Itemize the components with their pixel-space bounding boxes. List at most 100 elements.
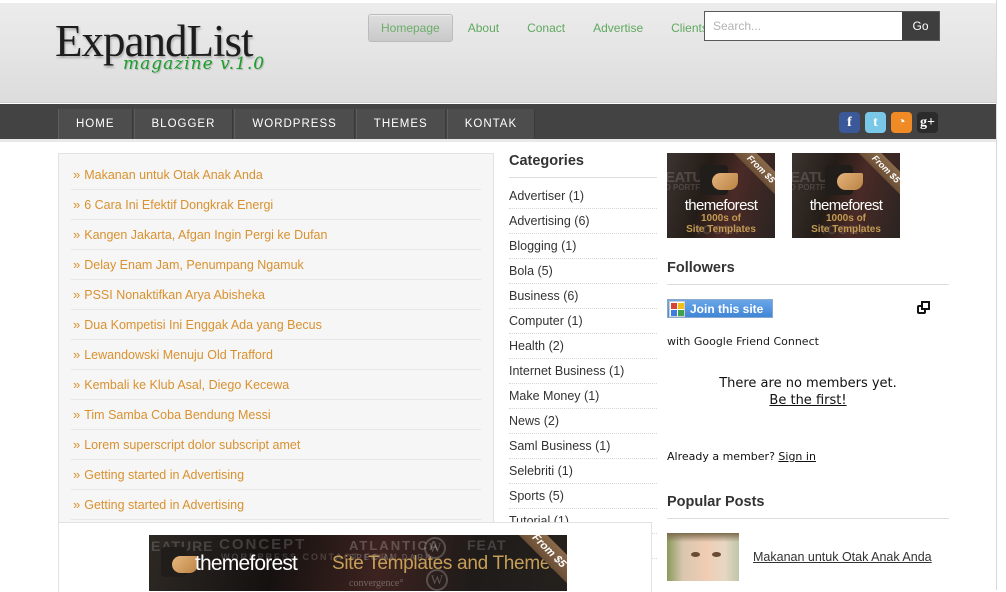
list-item[interactable]: » Kangen Jakarta, Afgan Ingin Pergi ke Du…	[71, 220, 481, 250]
list-item[interactable]: » PSSI Nonaktifkan Arya Abisheka	[71, 280, 481, 310]
category-item[interactable]: Advertiser (1)	[509, 184, 657, 209]
category-item[interactable]: Business (6)	[509, 284, 657, 309]
list-item[interactable]: » Tim Samba Coba Bendung Messi	[71, 400, 481, 430]
post-link[interactable]: Lewandowski Menuju Old Trafford	[84, 348, 273, 362]
themeforest-logo-icon	[700, 165, 738, 195]
category-link[interactable]: Bola (5)	[509, 264, 553, 278]
category-item[interactable]: Sports (5)	[509, 484, 657, 509]
ad-bg-text: FEAT	[467, 537, 507, 553]
post-link[interactable]: PSSI Nonaktifkan Arya Abisheka	[84, 288, 265, 302]
ad-brand: themeforest	[809, 197, 883, 214]
search-go-button[interactable]: Go	[902, 12, 939, 40]
list-item[interactable]: Makanan untuk Otak Anak Anda	[667, 533, 949, 581]
popular-posts-widget: Popular Posts Makanan untuk Otak Anak An…	[667, 494, 949, 581]
category-item[interactable]: Saml Business (1)	[509, 434, 657, 459]
nav-item-themes[interactable]: THEMES	[355, 109, 446, 139]
be-the-first-link[interactable]: Be the first!	[769, 393, 846, 408]
category-link[interactable]: Sports (5)	[509, 489, 564, 503]
nav-item-blogger[interactable]: BLOGGER	[133, 109, 234, 139]
post-link[interactable]: Getting started in Advertising	[84, 468, 244, 482]
category-item[interactable]: Blogging (1)	[509, 234, 657, 259]
category-item[interactable]: Health (2)	[509, 334, 657, 359]
category-link[interactable]: Internet Business (1)	[509, 364, 624, 378]
topnav-item-conact[interactable]: Conact	[514, 14, 578, 42]
page-root: ExpandList magazine v.1.0 Homepage About…	[0, 0, 1006, 592]
topnav-item-homepage[interactable]: Homepage	[368, 14, 453, 42]
category-link[interactable]: Saml Business (1)	[509, 439, 610, 453]
list-item[interactable]: » Getting started in Advertising	[71, 460, 481, 490]
facebook-icon[interactable]: f	[839, 112, 860, 133]
category-link[interactable]: News (2)	[509, 414, 559, 428]
category-item[interactable]: Internet Business (1)	[509, 359, 657, 384]
nav-item-kontak[interactable]: KONTAK	[446, 109, 536, 139]
category-link[interactable]: Selebriti (1)	[509, 464, 573, 478]
category-link[interactable]: Advertiser (1)	[509, 189, 584, 203]
chevron-right-icon: »	[73, 317, 81, 332]
site-header: ExpandList magazine v.1.0 Homepage About…	[0, 3, 996, 103]
list-item[interactable]: » Kembali ke Klub Asal, Diego Kecewa	[71, 370, 481, 400]
themeforest-ad-2[interactable]: EATUR D PORTF ICONI themeforest 1000s of…	[792, 153, 900, 238]
ad-line-1: 1000s of	[825, 213, 867, 224]
chevron-right-icon: »	[73, 497, 81, 512]
topnav-item-about[interactable]: About	[455, 14, 512, 42]
category-item[interactable]: News (2)	[509, 409, 657, 434]
already-member-text: Already a member?	[667, 450, 775, 463]
themeforest-logo-icon	[161, 547, 198, 577]
ad-bg-text: convergence°	[349, 578, 404, 589]
post-thumbnail	[667, 533, 739, 581]
themeforest-wide-ad[interactable]: EATURE CONCEPT WORDPRESS CONTACT FORM AT…	[149, 535, 567, 591]
googleplus-icon[interactable]: g+	[917, 112, 938, 133]
post-link[interactable]: Makanan untuk Otak Anak Anda	[84, 168, 263, 182]
divider	[509, 177, 657, 178]
list-item[interactable]: » Getting started in Advertising	[71, 490, 481, 520]
post-link[interactable]: Delay Enam Jam, Penumpang Ngamuk	[84, 258, 304, 272]
nav-item-wordpress[interactable]: WORDPRESS	[234, 109, 355, 139]
category-item[interactable]: Make Money (1)	[509, 384, 657, 409]
list-item[interactable]: » 6 Cara Ini Efektif Dongkrak Energi	[71, 190, 481, 220]
category-link[interactable]: Make Money (1)	[509, 389, 599, 403]
post-link[interactable]: Dua Kompetisi Ini Enggak Ada yang Becus	[84, 318, 322, 332]
main-navigation-bar: HOME BLOGGER WORDPRESS THEMES KONTAK f t…	[0, 104, 996, 142]
social-links: f t ◔ g+	[839, 112, 938, 133]
search-input[interactable]	[705, 12, 902, 40]
popular-post-link[interactable]: Makanan untuk Otak Anak Anda	[753, 550, 932, 564]
post-link[interactable]: Kangen Jakarta, Afgan Ingin Pergi ke Duf…	[84, 228, 327, 242]
category-item[interactable]: Advertising (6)	[509, 209, 657, 234]
rss-icon[interactable]: ◔	[891, 112, 912, 133]
post-link[interactable]: Lorem superscript dolor subscript amet	[84, 438, 300, 452]
list-item[interactable]: » Lewandowski Menuju Old Trafford	[71, 340, 481, 370]
topnav-item-advertise[interactable]: Advertise	[580, 14, 656, 42]
divider	[667, 284, 949, 285]
chevron-right-icon: »	[73, 167, 81, 182]
twitter-icon[interactable]: t	[865, 112, 886, 133]
ad-brand: themeforest	[195, 552, 298, 575]
wide-ad-container: EATURE CONCEPT WORDPRESS CONTACT FORM AT…	[58, 522, 652, 592]
category-item[interactable]: Selebriti (1)	[509, 459, 657, 484]
category-link[interactable]: Advertising (6)	[509, 214, 590, 228]
list-item[interactable]: » Lorem superscript dolor subscript amet	[71, 430, 481, 460]
category-link[interactable]: Health (2)	[509, 339, 564, 353]
logo-tagline: magazine v.1.0	[123, 54, 266, 74]
post-link[interactable]: Getting started in Advertising	[84, 498, 244, 512]
list-item[interactable]: » Dua Kompetisi Ini Enggak Ada yang Becus	[71, 310, 481, 340]
chevron-right-icon: »	[73, 377, 81, 392]
nav-item-home[interactable]: HOME	[58, 109, 133, 139]
post-link[interactable]: 6 Cara Ini Efektif Dongkrak Energi	[84, 198, 273, 212]
list-item[interactable]: » Makanan untuk Otak Anak Anda	[71, 160, 481, 190]
post-link[interactable]: Tim Samba Coba Bendung Messi	[84, 408, 270, 422]
category-item[interactable]: Bola (5)	[509, 259, 657, 284]
join-this-site-button[interactable]: Join this site	[667, 299, 774, 318]
themeforest-ad-1[interactable]: EATUR D PORTF ICONI themeforest 1000s of…	[667, 153, 775, 238]
site-logo[interactable]: ExpandList magazine v.1.0	[55, 19, 265, 73]
list-item[interactable]: » Delay Enam Jam, Penumpang Ngamuk	[71, 250, 481, 280]
followers-widget: Followers Join this site with Google Fri…	[667, 260, 949, 463]
post-link[interactable]: Kembali ke Klub Asal, Diego Kecewa	[84, 378, 289, 392]
category-item[interactable]: Computer (1)	[509, 309, 657, 334]
join-row: Join this site	[667, 299, 949, 333]
category-link[interactable]: Computer (1)	[509, 314, 583, 328]
chevron-right-icon: »	[73, 407, 81, 422]
category-link[interactable]: Business (6)	[509, 289, 578, 303]
sign-in-link[interactable]: Sign in	[778, 450, 816, 463]
popout-icon[interactable]	[917, 301, 931, 315]
category-link[interactable]: Blogging (1)	[509, 239, 576, 253]
